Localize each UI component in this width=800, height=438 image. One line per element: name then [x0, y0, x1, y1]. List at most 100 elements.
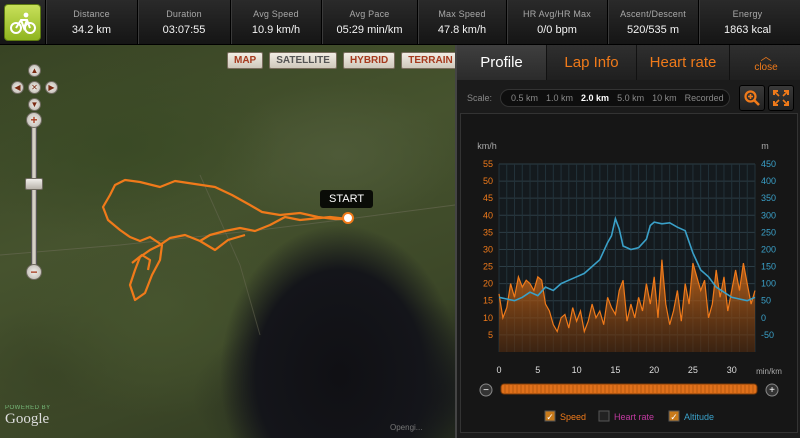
app-logo[interactable] [0, 0, 45, 45]
pan-right-icon[interactable]: ▶ [45, 81, 58, 94]
scale-row: Scale: 0.5 km 1.0 km 2.0 km 5.0 km 10 km Reco… [457, 85, 800, 113]
tab-heart-rate[interactable]: Heart rate [637, 45, 730, 80]
scale-option[interactable]: 1.0 km [546, 93, 573, 103]
stat-value: 05:29 min/km [336, 23, 403, 36]
pan-down-icon[interactable]: ▼ [28, 98, 41, 111]
y-left-tick-label: 55 [483, 159, 493, 169]
expand-icon [773, 90, 789, 106]
x-tick-label: 20 [649, 365, 659, 375]
y-right-tick-label: -50 [761, 330, 774, 340]
tab-profile[interactable]: Profile [457, 45, 547, 80]
map-type-terrain-button[interactable]: TERRAIN [401, 52, 455, 69]
stat-avg-pace: Avg Pace 05:29 min/km [321, 0, 417, 44]
chevron-up-icon: ︿ [760, 51, 772, 63]
map-type-hybrid-button[interactable]: HYBRID [342, 52, 396, 69]
plus-icon: + [769, 385, 775, 396]
stat-hr-avg-hr-max: HR Avg/HR Max 0/0 bpm [506, 0, 607, 44]
legend-speed-label: Speed [560, 412, 586, 422]
x-axis-unit: min/km [756, 367, 782, 376]
start-label: START [320, 190, 374, 208]
scale-option[interactable]: 10 km [652, 93, 677, 103]
stat-label: Max Speed [438, 8, 486, 19]
map-pan-control: ▲ ◀ ✕ ▶ ▼ [11, 64, 59, 112]
cyclist-icon [4, 4, 41, 41]
start-marker-icon[interactable] [342, 212, 354, 224]
stat-value: 10.9 km/h [251, 23, 301, 36]
scale-selector: 0.5 km 1.0 km 2.0 km 5.0 km 10 km Recorded [500, 89, 730, 107]
stat-energy: Energy 1863 kcal [698, 0, 796, 44]
panel-tabs: Profile Lap Info Heart rate ︿ close [457, 45, 800, 80]
y-right-tick-label: 200 [761, 244, 776, 254]
map-attribution[interactable]: Opengi... [390, 423, 422, 432]
x-tick-label: 25 [688, 365, 698, 375]
y-left-tick-label: 35 [483, 227, 493, 237]
stat-avg-speed: Avg Speed 10.9 km/h [230, 0, 321, 44]
y-right-tick-label: 350 [761, 193, 776, 203]
profile-chart-svg: km/h mmin/km510152025303540455055-5005010… [477, 141, 782, 422]
close-label: close [754, 62, 778, 73]
pan-up-icon[interactable]: ▲ [28, 64, 41, 77]
x-tick-label: 15 [610, 365, 620, 375]
map-type-map-button[interactable]: MAP [227, 52, 264, 69]
close-panel-button[interactable]: ︿ close [730, 45, 800, 80]
powered-by-text: POWERED BY [5, 405, 51, 411]
map-view[interactable]: MAP SATELLITE HYBRID TERRAIN ▲ ◀ ✕ ▶ ▼ + − … [0, 45, 455, 438]
stat-label: Ascent/Descent [620, 8, 686, 19]
stat-value: 1863 kcal [723, 23, 772, 36]
fullscreen-chart-button[interactable] [768, 85, 794, 111]
stat-label: Energy [732, 8, 763, 19]
stat-value: 47.8 km/h [437, 23, 487, 36]
zoom-track[interactable] [31, 124, 37, 268]
route-overlay [0, 174, 455, 336]
google-logo: POWERED BY Google [5, 405, 51, 428]
left-axis-unit: km/h [477, 141, 497, 151]
scale-option[interactable]: Recorded [685, 93, 724, 103]
checkmark-icon: ✓ [546, 412, 554, 422]
scale-option[interactable]: 2.0 km [581, 93, 609, 103]
x-tick-label: 5 [535, 365, 540, 375]
profile-chart: km/h m min/km 5 10 15 20 25 30 35 40 45 50 55 -50 0 50 10… [460, 113, 798, 433]
scale-option[interactable]: 5.0 km [617, 93, 644, 103]
y-right-tick-label: 150 [761, 262, 776, 272]
y-right-tick-label: 50 [761, 296, 771, 306]
y-left-tick-label: 40 [483, 210, 493, 220]
zoom-slider-handle[interactable] [25, 178, 43, 190]
route-path [101, 178, 349, 302]
x-tick-label: 10 [572, 365, 582, 375]
tab-lap-info[interactable]: Lap Info [547, 45, 637, 80]
map-type-satellite-button[interactable]: SATELLITE [269, 52, 337, 69]
y-left-tick-label: 10 [483, 313, 493, 323]
stat-value: 520/535 m [627, 23, 679, 36]
google-text: Google [5, 411, 50, 427]
stat-max-speed: Max Speed 47.8 km/h [417, 0, 506, 44]
pan-left-icon[interactable]: ◀ [11, 81, 24, 94]
zoom-chart-button[interactable] [739, 85, 765, 111]
stat-value: 03:07:55 [162, 23, 206, 36]
legend-heart_rate-checkbox[interactable] [598, 410, 610, 422]
stat-distance: Distance 34.2 km [45, 0, 137, 44]
stat-label: HR Avg/HR Max [523, 8, 591, 19]
legend-heart_rate-label: Heart rate [614, 412, 654, 422]
y-left-tick-label: 20 [483, 279, 493, 289]
scale-option[interactable]: 0.5 km [511, 93, 538, 103]
y-left-tick-label: 50 [483, 176, 493, 186]
legend-altitude-label: Altitude [684, 412, 714, 422]
profile-panel: Profile Lap Info Heart rate ︿ close Scal… [455, 45, 800, 438]
stat-ascent-descent: Ascent/Descent 520/535 m [607, 0, 698, 44]
zoom-out-icon[interactable]: − [26, 264, 42, 280]
app-root: Distance 34.2 km Duration 03:07:55 Avg Speed… [0, 0, 800, 438]
stats-bar: Distance 34.2 km Duration 03:07:55 Avg Speed… [0, 0, 800, 45]
y-left-tick-label: 30 [483, 244, 493, 254]
pan-center-icon[interactable]: ✕ [28, 81, 41, 94]
stat-value: 34.2 km [71, 23, 112, 36]
map-zoom-control: + − [25, 112, 43, 280]
stat-label: Avg Speed [253, 8, 299, 19]
stat-duration: Duration 03:07:55 [137, 0, 230, 44]
y-right-tick-label: 250 [761, 227, 776, 237]
right-axis-unit: m [761, 141, 769, 151]
y-right-tick-label: 450 [761, 159, 776, 169]
stat-label: Duration [166, 8, 202, 19]
y-right-tick-label: 100 [761, 279, 776, 289]
y-left-tick-label: 5 [488, 330, 493, 340]
zoom-in-icon[interactable]: + [26, 112, 42, 128]
